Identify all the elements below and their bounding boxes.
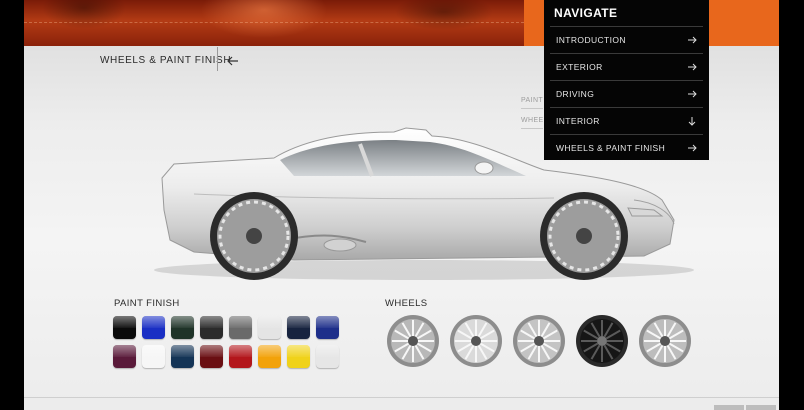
section-title: WHEELS & PAINT FINISH — [100, 55, 232, 66]
nav-item-label: WHEELS & PAINT FINISH — [556, 143, 666, 153]
footer-divider — [24, 397, 779, 398]
arrow-right-icon — [688, 144, 697, 152]
nav-item-introduction[interactable]: INTRODUCTION — [550, 26, 703, 53]
paint-swatch[interactable] — [316, 316, 339, 339]
paint-finish-label: PAINT FINISH — [114, 298, 180, 309]
paint-swatch[interactable] — [258, 345, 281, 368]
paint-swatch[interactable] — [171, 316, 194, 339]
paint-swatch[interactable] — [113, 345, 136, 368]
ghost-nav-paint: PAINT — [521, 97, 543, 104]
wheels-label: WHEELS — [385, 298, 428, 309]
paint-swatch[interactable] — [287, 316, 310, 339]
arrow-right-icon — [688, 90, 697, 98]
nav-item-driving[interactable]: DRIVING — [550, 80, 703, 107]
paint-swatch[interactable] — [200, 345, 223, 368]
ghost-nav-divider — [521, 108, 543, 109]
paint-swatch[interactable] — [287, 345, 310, 368]
paint-swatch[interactable] — [113, 316, 136, 339]
back-arrow-icon[interactable] — [226, 54, 240, 68]
configurator-page: WHEELS & PAINT FINISH PAINT WHEEL — [24, 0, 779, 410]
nav-item-label: DRIVING — [556, 89, 595, 99]
nav-item-interior[interactable]: INTERIOR — [550, 107, 703, 134]
paint-swatch[interactable] — [229, 345, 252, 368]
navigate-menu: NAVIGATE INTRODUCTION EXTERIOR DRIVING I… — [544, 0, 709, 160]
title-divider — [217, 47, 218, 71]
paint-swatch[interactable] — [316, 345, 339, 368]
nav-item-label: INTERIOR — [556, 116, 600, 126]
interior-photo-strip — [24, 0, 524, 46]
next-button[interactable] — [746, 405, 776, 410]
nav-item-wheels-paint[interactable]: WHEELS & PAINT FINISH — [550, 134, 703, 161]
nav-item-label: INTRODUCTION — [556, 35, 626, 45]
wheel-option[interactable] — [448, 313, 504, 369]
paint-swatch[interactable] — [142, 345, 165, 368]
paint-swatch[interactable] — [142, 316, 165, 339]
paint-swatch[interactable] — [229, 316, 252, 339]
wheel-option[interactable] — [385, 313, 441, 369]
wheel-option[interactable] — [637, 313, 693, 369]
paint-swatch[interactable] — [200, 316, 223, 339]
paint-swatch[interactable] — [258, 316, 281, 339]
prev-button[interactable] — [714, 405, 744, 410]
wheel-option[interactable] — [511, 313, 567, 369]
navigate-list: INTRODUCTION EXTERIOR DRIVING INTERIOR W… — [550, 26, 703, 161]
arrow-right-icon — [688, 63, 697, 71]
nav-item-label: EXTERIOR — [556, 62, 603, 72]
arrow-right-icon — [688, 36, 697, 44]
nav-item-exterior[interactable]: EXTERIOR — [550, 53, 703, 80]
wheel-option[interactable] — [574, 313, 630, 369]
navigate-title: NAVIGATE — [554, 6, 618, 20]
arrow-down-icon — [688, 117, 696, 126]
paint-swatch[interactable] — [171, 345, 194, 368]
